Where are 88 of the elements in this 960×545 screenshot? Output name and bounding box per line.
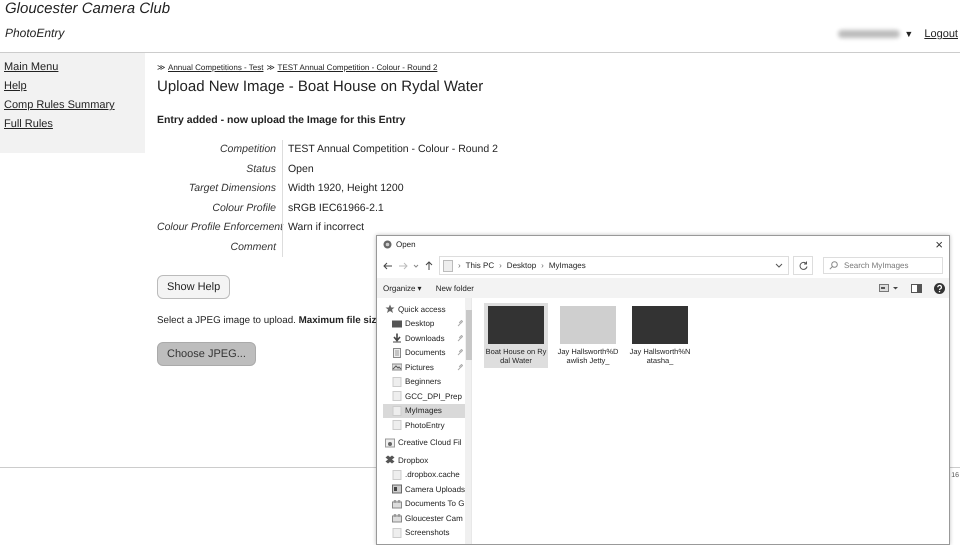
picture-icon bbox=[392, 362, 402, 372]
folder-icon bbox=[443, 260, 453, 272]
cloud-folder-icon bbox=[385, 438, 395, 448]
scrollbar[interactable] bbox=[465, 298, 471, 544]
address-bar[interactable]: › This PC › Desktop › MyImages bbox=[439, 256, 789, 275]
instruction-text: Select a JPEG image to upload. Maximum file siz bbox=[157, 315, 376, 326]
search-field[interactable]: Search MyImages bbox=[823, 257, 943, 274]
shared-folder-icon bbox=[392, 513, 402, 524]
path-segment[interactable]: MyImages bbox=[548, 261, 586, 270]
folder-icon bbox=[392, 528, 402, 538]
field-value: sRGB IEC61966-2.1 bbox=[288, 202, 384, 214]
new-folder-button[interactable]: New folder bbox=[436, 284, 474, 292]
photo-placeholder bbox=[488, 306, 544, 344]
nav-item[interactable]: .dropbox.cache bbox=[383, 468, 466, 482]
nav-item[interactable]: Pictures bbox=[383, 360, 466, 374]
field-value: Width 1920, Height 1200 bbox=[288, 182, 404, 194]
field-value: Open bbox=[288, 162, 314, 174]
sidebar-link[interactable]: Full Rules bbox=[4, 118, 53, 131]
forward-arrow-icon bbox=[398, 260, 408, 270]
field-label: Status bbox=[245, 162, 277, 176]
show-help-button[interactable]: Show Help bbox=[157, 275, 230, 299]
nav-item[interactable]: Dropbox bbox=[383, 453, 466, 468]
nav-item[interactable]: Beginners bbox=[383, 374, 466, 389]
document-icon bbox=[392, 348, 402, 358]
nav-item[interactable]: GCC_DPI_Prep bbox=[383, 389, 466, 404]
path-separator: › bbox=[541, 261, 544, 270]
down-arrow-icon bbox=[392, 333, 402, 344]
help-icon bbox=[934, 282, 945, 294]
sidebar-link[interactable]: Help bbox=[4, 80, 27, 93]
nav-item[interactable]: Documents bbox=[383, 346, 466, 360]
page-heading: Upload New Image - Boat House on Rydal Water bbox=[157, 78, 484, 95]
camera-folder-icon bbox=[392, 484, 402, 494]
photo-placeholder bbox=[560, 306, 616, 344]
path-separator: › bbox=[458, 261, 461, 270]
back-arrow-icon bbox=[383, 260, 393, 270]
dialog-title: Open bbox=[396, 240, 416, 249]
preview-pane-icon bbox=[911, 284, 922, 292]
nav-item[interactable]: Documents To G bbox=[383, 496, 466, 511]
chevron-down-icon bbox=[775, 262, 783, 268]
folder-icon bbox=[392, 420, 402, 430]
path-separator: › bbox=[499, 261, 502, 270]
folder-icon bbox=[392, 470, 402, 480]
monitor-icon bbox=[392, 318, 402, 329]
field-label: Colour Profile bbox=[211, 200, 277, 216]
path-segment[interactable]: This PC bbox=[466, 261, 494, 270]
nav-item[interactable]: Screenshots bbox=[383, 526, 466, 540]
nav-item[interactable]: Quick access bbox=[383, 302, 466, 316]
organize-button[interactable]: Organize ▾ bbox=[383, 284, 422, 292]
nav-item[interactable]: MyImages bbox=[383, 404, 466, 418]
field-label: Comment bbox=[229, 240, 278, 254]
blurred-username[interactable] bbox=[838, 30, 900, 38]
site-title: Gloucester Camera Club bbox=[5, 0, 170, 17]
folder-icon bbox=[392, 391, 402, 402]
view-options-icon bbox=[879, 284, 899, 292]
nav-item[interactable]: Creative Cloud Fil bbox=[383, 436, 466, 450]
nav-item[interactable]: Desktop bbox=[383, 316, 466, 331]
breadcrumb-separator: ≫ bbox=[157, 63, 165, 72]
nav-item[interactable]: Downloads bbox=[383, 331, 466, 346]
nav-item[interactable]: Camera Uploads bbox=[383, 482, 466, 496]
nav-item[interactable]: PhotoEntry bbox=[383, 418, 466, 432]
up-arrow-icon bbox=[424, 260, 434, 270]
field-label: Colour Profile Enforcement bbox=[157, 220, 282, 235]
field-label: Target Dimensions bbox=[188, 181, 277, 196]
refresh-button[interactable] bbox=[793, 256, 813, 275]
breadcrumb-link[interactable]: TEST Annual Competition - Colour - Round 2 bbox=[277, 63, 438, 72]
sidebar-link[interactable]: Main Menu bbox=[4, 61, 58, 74]
breadcrumb-separator: ≫ bbox=[266, 63, 274, 72]
caret-icon[interactable]: ▼ bbox=[904, 29, 914, 39]
field-value: Warn if incorrect bbox=[288, 221, 364, 233]
app-icon bbox=[383, 240, 392, 249]
field-label: Competition bbox=[218, 142, 277, 157]
path-segment[interactable]: Desktop bbox=[506, 261, 536, 270]
search-icon bbox=[829, 261, 838, 270]
status-message: Entry added - now upload the Image for this Entry bbox=[157, 114, 406, 126]
star-icon bbox=[385, 304, 395, 314]
photo-placeholder bbox=[632, 306, 688, 344]
breadcrumb-link[interactable]: Annual Competitions - Test bbox=[168, 63, 264, 72]
nav-item[interactable]: Gloucester Cam bbox=[383, 511, 466, 526]
scrollbar-thumb[interactable] bbox=[466, 310, 472, 360]
sidebar-link[interactable]: Comp Rules Summary bbox=[4, 99, 115, 112]
folder-icon bbox=[392, 376, 402, 387]
field-value: TEST Annual Competition - Colour - Round 2 bbox=[288, 143, 498, 155]
refresh-icon bbox=[798, 261, 808, 270]
close-button[interactable]: × bbox=[933, 238, 945, 251]
logout-link[interactable]: Logout bbox=[924, 28, 958, 40]
app-name: PhotoEntry bbox=[5, 26, 66, 40]
shared-folder-icon bbox=[392, 498, 402, 509]
folder-icon bbox=[392, 406, 402, 416]
